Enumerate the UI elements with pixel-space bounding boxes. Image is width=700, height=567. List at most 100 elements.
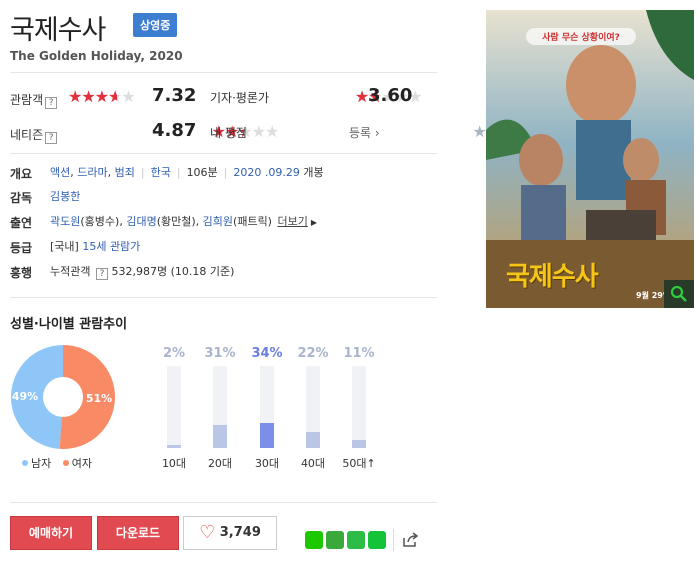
age-category-label: 40대	[300, 457, 326, 470]
age-percent-label: 11%	[343, 346, 375, 361]
register-rating-link[interactable]: 등록 ›	[349, 124, 380, 141]
audience-stars: ★★★★★★★★★★	[68, 87, 136, 106]
audience-score: 7.32	[152, 85, 197, 106]
boxoffice-count: 532,987명	[111, 265, 168, 278]
rating-link[interactable]: 15세 관람가	[82, 240, 140, 253]
age-percent-label: 22%	[297, 346, 329, 361]
age-bar-track	[306, 366, 320, 448]
legend-item-female: 여자	[62, 457, 92, 470]
boxoffice-value: 누적관객 ? 532,987명 (10.18 기준)	[50, 263, 234, 280]
overview-label: 개요	[10, 167, 33, 181]
poster-zoom-button[interactable]	[664, 280, 694, 308]
divider	[10, 297, 437, 298]
actor-role: (홍병수)	[80, 215, 120, 228]
critic-score: 3.60	[368, 85, 413, 106]
age-bar-track	[352, 366, 366, 448]
age-bar-track	[260, 366, 274, 448]
audience-rating: 관람객?	[10, 89, 58, 109]
age-percent-label: 31%	[204, 346, 236, 361]
age-category-label: 50대↑	[342, 457, 376, 470]
band-share-icon[interactable]	[305, 531, 323, 549]
netizen-score: 4.87	[152, 120, 197, 141]
search-icon	[670, 285, 687, 302]
cast-more-label: 더보기	[277, 215, 308, 228]
release-date-link[interactable]: 2020 .09.29	[233, 166, 299, 179]
netizen-rating: 네티즌?	[10, 124, 58, 144]
blog-share-icon[interactable]	[347, 531, 365, 549]
age-rating-label: 등급	[10, 241, 33, 255]
legend-item-male: 남자	[22, 457, 51, 470]
gender-pie-chart: 49% 51%	[10, 345, 115, 449]
genre-link[interactable]: 액션	[50, 166, 70, 179]
release-suffix: 개봉	[303, 166, 324, 179]
boxoffice-name: 누적관객	[50, 265, 91, 278]
cast-label: 출연	[10, 216, 33, 230]
country-link[interactable]: 한국	[151, 166, 171, 179]
help-icon[interactable]: ?	[95, 268, 108, 280]
triangle-right-icon: ▶	[310, 218, 318, 227]
share-icon[interactable]	[401, 531, 419, 549]
movie-poster[interactable]: 사람 무슨 상황이여? 국제수사 9월 29일 대	[486, 10, 694, 308]
chevron-right-icon: ›	[374, 126, 380, 140]
director-label: 감독	[10, 191, 33, 205]
director-link[interactable]: 김봉한	[50, 190, 80, 203]
actor-role: (황만철)	[156, 215, 196, 228]
divider	[10, 153, 437, 154]
pie-label-male: 49%	[12, 390, 38, 403]
movie-subtitle: The Golden Holiday, 2020	[10, 49, 183, 63]
boxoffice-note: (10.18 기준)	[170, 265, 235, 278]
audience-rating-label: 관람객	[10, 93, 44, 107]
cast-more-link[interactable]: 더보기	[277, 215, 307, 228]
status-badge: 상영중	[133, 13, 178, 37]
age-bar	[306, 432, 320, 448]
overview-values: 액션, 드라마, 범죄 | 한국 | 106분 | 2020 .09.29 개봉	[50, 166, 324, 179]
age-percent-label: 34%	[251, 346, 283, 361]
memo-share-icon[interactable]	[368, 531, 386, 549]
legend-label: 여자	[71, 457, 92, 470]
like-button[interactable]: ♡ 3,749	[183, 516, 277, 550]
boxoffice-label: 흥행	[10, 266, 33, 280]
heart-icon: ♡	[199, 522, 216, 543]
age-category-label: 10대	[161, 457, 187, 470]
help-icon[interactable]: ?	[45, 132, 58, 144]
rating-region: [국내]	[50, 240, 79, 253]
age-bar-track	[167, 366, 181, 448]
divider	[10, 502, 437, 503]
age-category-label: 30대	[254, 457, 280, 470]
download-button[interactable]: 다운로드	[97, 516, 179, 550]
netizen-rating-label: 네티즌	[10, 128, 44, 142]
pie-label-female: 51%	[86, 392, 112, 405]
register-label: 등록	[349, 126, 372, 140]
reserve-button[interactable]: 예매하기	[10, 516, 92, 550]
age-rating-value: [국내] 15세 관람가	[50, 238, 140, 254]
chart-title: 성별·나이별 관람추이	[10, 317, 128, 332]
runtime: 106분	[186, 166, 218, 179]
actor-link[interactable]: 김대명	[126, 215, 156, 228]
poster-title: 국제수사	[506, 262, 599, 292]
help-icon[interactable]: ?	[45, 97, 58, 109]
director-value: 김봉한	[50, 188, 80, 204]
critic-rating-label: 기자·평론가	[210, 91, 270, 105]
age-bar	[167, 445, 181, 448]
poster-tagline: 사람 무슨 상황이여?	[526, 28, 636, 45]
legend-dot	[22, 460, 28, 466]
cafe-share-icon[interactable]	[326, 531, 344, 549]
age-bar	[260, 423, 274, 448]
movie-title: 국제수사	[10, 15, 106, 46]
divider	[393, 529, 394, 551]
age-bar-track	[213, 366, 227, 448]
like-count: 3,749	[219, 525, 261, 540]
gender-legend: 남자 여자	[22, 455, 92, 471]
genre-link[interactable]: 범죄	[115, 166, 135, 179]
age-percent-label: 2%	[162, 346, 186, 361]
cast-values: 곽도원(홍병수), 김대명(황만철), 김희원(패트릭) 더보기 ▶	[50, 215, 318, 228]
my-rating-label: 내 평점	[210, 126, 247, 140]
genre-link[interactable]: 드라마	[77, 166, 107, 179]
actor-link[interactable]: 김희원	[203, 215, 233, 228]
age-bar	[213, 425, 227, 448]
legend-label: 남자	[31, 457, 52, 470]
actor-link[interactable]: 곽도원	[50, 215, 80, 228]
divider	[10, 72, 437, 73]
age-bar	[352, 440, 366, 448]
actor-role: (패트릭)	[233, 215, 272, 228]
